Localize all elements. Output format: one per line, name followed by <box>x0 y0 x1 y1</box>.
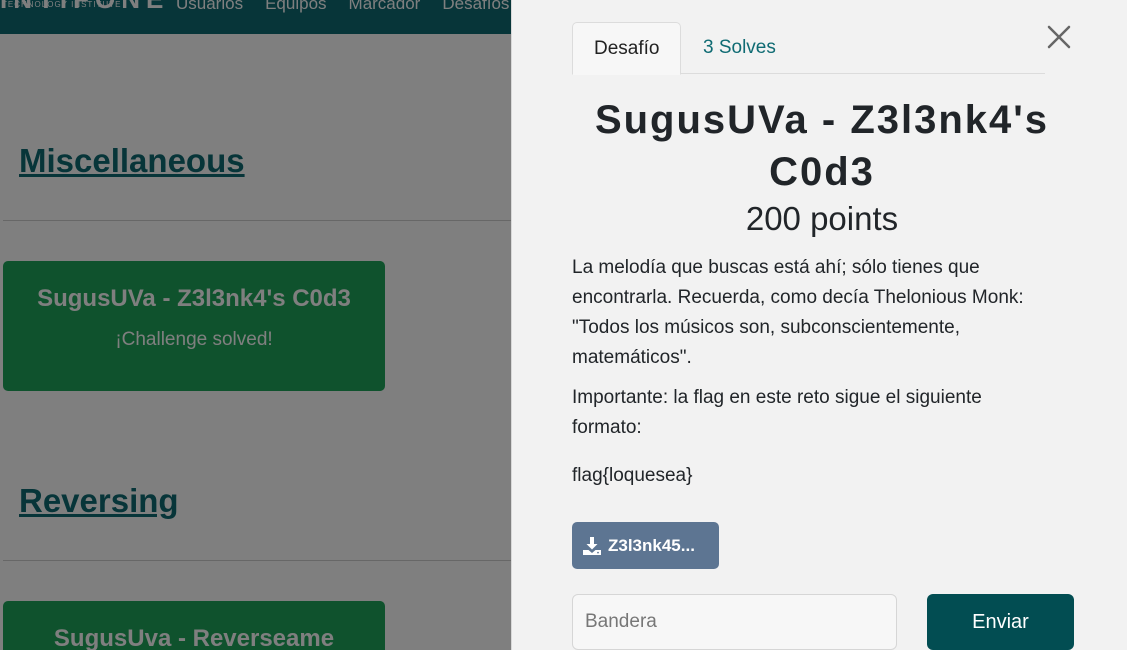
flag-input[interactable] <box>572 594 897 650</box>
challenge-panel: Desafío 3 Solves SugusUVa - Z3l3nk4's C0… <box>511 0 1127 650</box>
submit-button[interactable]: Enviar <box>927 594 1074 650</box>
close-icon <box>1047 25 1071 49</box>
description-paragraph: La melodía que buscas está ahí; sólo tie… <box>572 257 1024 368</box>
challenge-description: La melodía que buscas está ahí; sólo tie… <box>572 253 1052 491</box>
download-file-name: Z3l3nk45... <box>608 535 695 555</box>
tab-desafio[interactable]: Desafío <box>572 22 682 75</box>
download-file-button[interactable]: Z3l3nk45... <box>572 522 719 569</box>
modal-backdrop[interactable] <box>0 0 511 650</box>
challenge-points: 200 points <box>745 200 899 237</box>
flag-format-example: flag{loquesea} <box>572 465 693 486</box>
challenge-tabs: Desafío 3 Solves <box>572 22 1045 75</box>
description-paragraph: Importante: la flag en este reto sigue e… <box>572 387 982 438</box>
download-icon <box>583 536 601 555</box>
close-button[interactable] <box>1044 22 1074 52</box>
challenge-title: SugusUVa - Z3l3nk4's C0d3 <box>594 98 1050 194</box>
tab-solves[interactable]: 3 Solves <box>682 22 797 74</box>
